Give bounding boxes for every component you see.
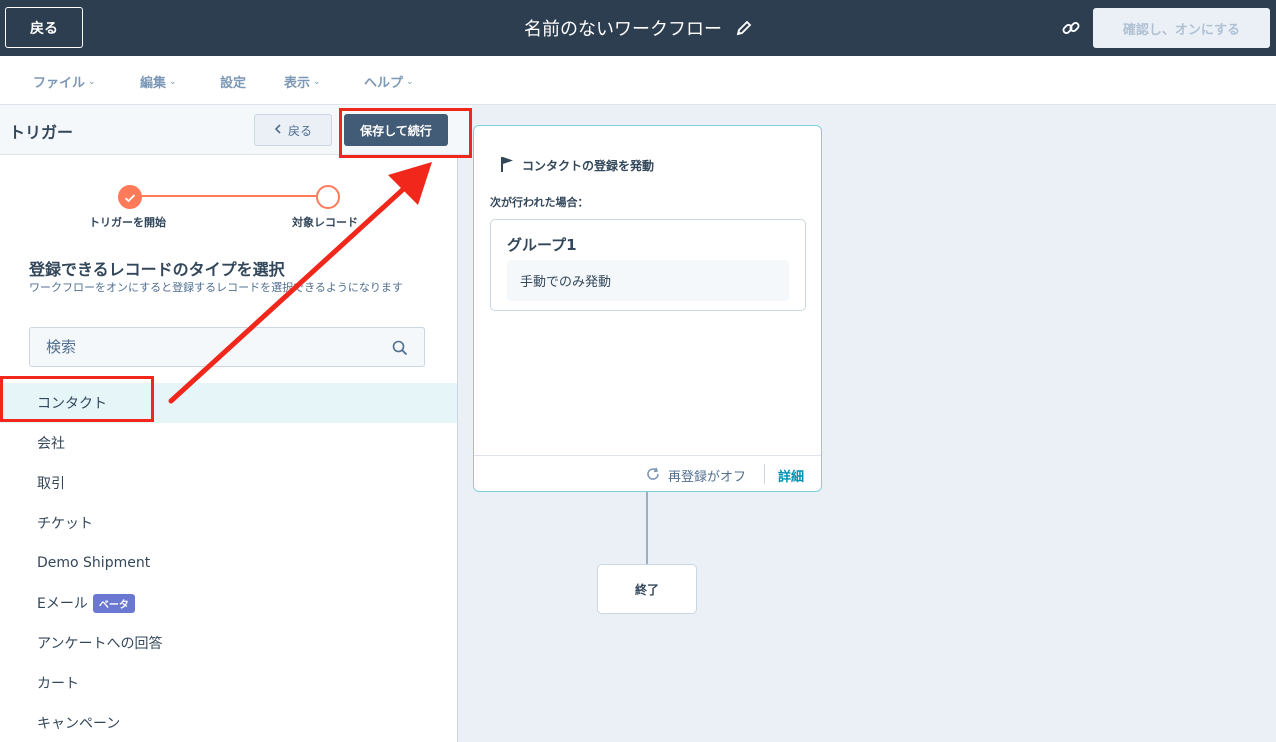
step-progress-line: [142, 195, 316, 197]
record-type-item[interactable]: アンケートへの回答: [0, 623, 457, 663]
panel-title: トリガー: [9, 123, 74, 142]
top-bar: 戻る 名前のないワークフロー 確認し、オンにする: [0, 0, 1276, 56]
group-condition: 手動でのみ発動: [507, 260, 789, 301]
end-node: 終了: [597, 564, 697, 614]
footer-divider: [764, 464, 765, 484]
workflow-title-container: 名前のないワークフロー: [0, 0, 1276, 56]
menu-label: 編集: [140, 76, 167, 91]
confirm-and-turn-on-button[interactable]: 確認し、オンにする: [1093, 8, 1270, 48]
reenrollment-label: 再登録がオフ: [668, 470, 747, 485]
menu-settings[interactable]: 設定: [220, 72, 246, 91]
record-type-item[interactable]: チケット: [0, 503, 457, 543]
condition-group[interactable]: グループ1 手動でのみ発動: [490, 219, 806, 311]
menu-file[interactable]: ファイル ⌄: [33, 72, 96, 91]
search-input[interactable]: [30, 328, 424, 366]
beta-badge: ベータ: [92, 593, 135, 613]
record-type-label: チケット: [37, 516, 93, 532]
flow-connector: [646, 492, 648, 564]
group-title: グループ1: [507, 236, 577, 254]
record-type-label: Demo Shipment: [37, 555, 151, 571]
flag-icon: [500, 156, 514, 175]
record-type-item[interactable]: 取引: [0, 463, 457, 503]
step-incomplete-indicator: [316, 185, 340, 209]
record-type-item[interactable]: キャンペーン: [0, 703, 457, 742]
search-icon[interactable]: [392, 340, 408, 356]
annotation-highlight-save: [339, 108, 472, 158]
step-complete-indicator: [118, 185, 142, 209]
step-label: トリガーを開始: [89, 216, 166, 229]
menu-help[interactable]: ヘルプ ⌄: [364, 72, 414, 91]
chevron-down-icon: ⌄: [313, 76, 321, 87]
menu-view[interactable]: 表示 ⌄: [284, 72, 321, 91]
trigger-title: コンタクトの登録を発動: [500, 156, 654, 175]
record-type-item[interactable]: Demo Shipment: [0, 543, 457, 583]
record-type-label: 会社: [37, 436, 65, 452]
annotation-highlight-contact: [0, 376, 154, 422]
menu-bar: ファイル ⌄ 編集 ⌄ 設定 表示 ⌄ ヘルプ ⌄: [0, 56, 1276, 105]
trigger-title-text: コンタクトの登録を発動: [522, 159, 655, 173]
record-type-item[interactable]: カート: [0, 663, 457, 703]
select-record-heading: 登録できるレコードのタイプを選択: [29, 260, 285, 279]
chevron-down-icon: ⌄: [169, 76, 177, 87]
menu-label: ファイル: [33, 76, 86, 91]
link-icon[interactable]: [1061, 18, 1081, 38]
record-type-label: カート: [37, 676, 79, 692]
trigger-panel: トリガー 戻る 保存して続行 トリガーを開始 対象レコード 登録できるレコードの…: [0, 105, 472, 742]
panel-back-label: 戻る: [287, 123, 312, 138]
step-label: 対象レコード: [292, 216, 358, 229]
trigger-card[interactable]: コンタクトの登録を発動 次が行われた場合： グループ1 手動でのみ発動 再登録が…: [473, 125, 822, 492]
menu-label: 設定: [220, 76, 247, 91]
workflow-title[interactable]: 名前のないワークフロー: [524, 15, 722, 41]
select-record-subheading: ワークフローをオンにすると登録するレコードを選択できるようになります: [29, 281, 403, 294]
menu-label: 表示: [284, 76, 311, 91]
record-type-label: 取引: [37, 476, 65, 492]
trigger-card-footer: 再登録がオフ 詳細: [474, 455, 821, 491]
search-box: [29, 327, 425, 367]
record-type-label: アンケートへの回答: [37, 636, 163, 652]
record-type-item[interactable]: 会社: [0, 423, 457, 463]
panel-back-button[interactable]: 戻る: [254, 114, 332, 146]
record-type-label: Eメール: [37, 596, 88, 612]
check-icon: [124, 188, 136, 207]
chevron-down-icon: ⌄: [406, 76, 414, 87]
menu-edit[interactable]: 編集 ⌄: [140, 72, 177, 91]
reenrollment-status: 再登録がオフ: [646, 466, 746, 485]
refresh-icon: [646, 467, 660, 485]
record-type-item[interactable]: Eメール ベータ: [0, 583, 457, 623]
condition-label: 次が行われた場合：: [490, 196, 589, 209]
details-link[interactable]: 詳細: [778, 466, 804, 485]
chevron-down-icon: ⌄: [88, 76, 96, 87]
chevron-left-icon: [274, 123, 282, 137]
pencil-icon[interactable]: [736, 20, 752, 36]
record-type-label: キャンペーン: [37, 716, 121, 732]
menu-label: ヘルプ: [364, 76, 404, 91]
